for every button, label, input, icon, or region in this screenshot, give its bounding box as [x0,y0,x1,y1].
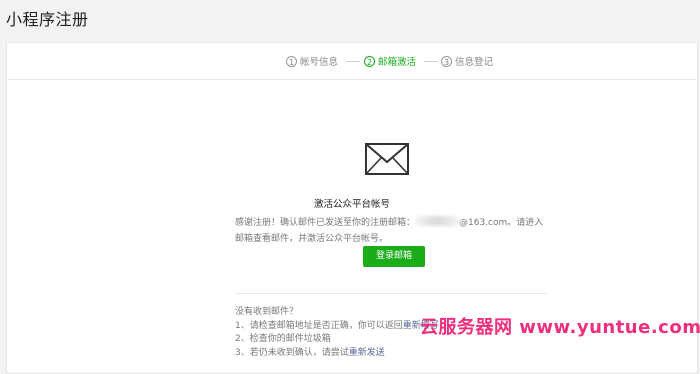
help-text: 1、请检查邮箱地址是否正确，你可以返回 [235,320,403,331]
step-number: 2 [364,56,375,67]
step-label: 邮箱激活 [378,57,417,68]
page-header: 小程序注册 [0,0,700,42]
step-separator [424,61,438,62]
step-number: 1 [286,56,297,67]
desc-email: @163.com [459,218,508,228]
desc-text: 感谢注册！确认邮件已发送至你的注册邮箱： [235,218,416,228]
step-indicator: 1 帐号信息 2 邮箱激活 3 信息登记 [7,43,697,80]
step-number: 3 [441,56,452,67]
help-item-3: 3、若仍未收到确认，请尝试重新发送 [235,347,555,361]
email-redaction [415,216,460,226]
step-label: 信息登记 [455,57,494,68]
activation-description: 感谢注册！确认邮件已发送至你的注册邮箱： @163.com。请进入邮箱查看邮件，并… [235,215,551,247]
resend-link[interactable]: 重新发送 [349,348,385,358]
login-email-button[interactable]: 登录邮箱 [363,246,425,267]
envelope-icon [365,143,409,179]
help-text: 3、若仍未收到确认，请尝试 [235,347,349,358]
watermark: 云服务器网 www.yuntue.com [420,317,700,338]
step-label: 帐号信息 [300,57,339,68]
page-title: 小程序注册 [6,10,89,29]
divider [235,293,547,294]
activation-heading: 激活公众平台帐号 [313,199,390,210]
step-account-info: 1 帐号信息 [286,54,338,68]
step-email-activation: 2 邮箱激活 [364,54,416,68]
step-info-registration: 3 信息登记 [441,54,493,68]
step-separator [346,61,360,62]
